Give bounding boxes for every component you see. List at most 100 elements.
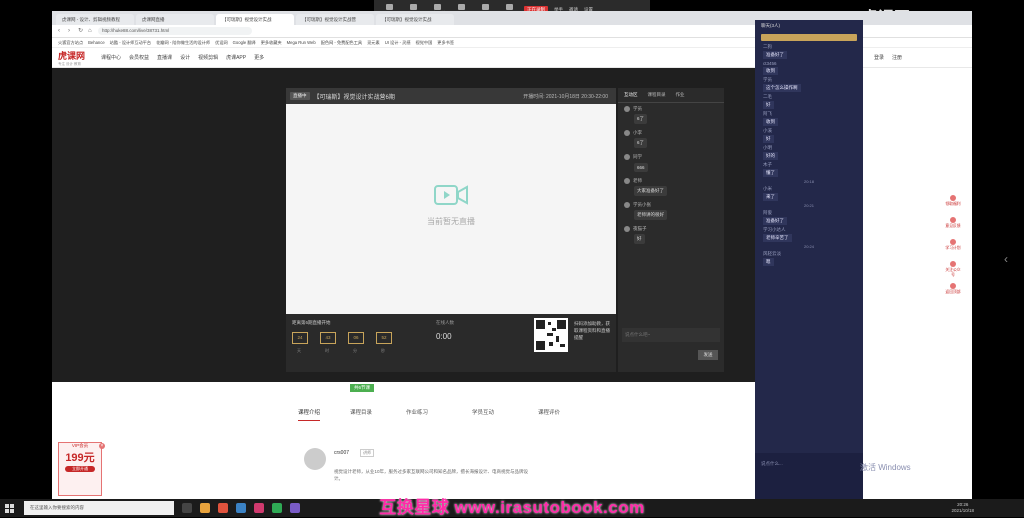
chevron-left-icon[interactable]: ‹ bbox=[1004, 252, 1008, 266]
chat-tab[interactable]: 课程目录 bbox=[648, 92, 666, 98]
gift-icon bbox=[950, 195, 956, 201]
tab-interaction[interactable]: 学员互动 bbox=[472, 408, 494, 416]
countdown-unit: 时 bbox=[325, 348, 329, 353]
chat-message: 小米 来了 bbox=[755, 185, 863, 202]
countdown-label: 距离第6期直播开始 bbox=[292, 320, 331, 325]
nav-item[interactable]: 会员权益 bbox=[129, 54, 149, 61]
site-logo[interactable]: 虎课网 专注 设计 教育 bbox=[58, 49, 85, 67]
chat-timestamp: 20:18 bbox=[803, 179, 814, 184]
course-title: 【可瑞斯】视觉设计实战营6期 bbox=[313, 94, 395, 101]
qr-code bbox=[534, 318, 568, 352]
feedback-icon bbox=[950, 217, 956, 223]
countdown-minutes: 06 bbox=[348, 332, 364, 344]
teacher-avatar bbox=[304, 448, 326, 470]
countdown-hours: 43 bbox=[320, 332, 336, 344]
bookmark-item[interactable]: 更多收藏夹 bbox=[261, 38, 282, 47]
side-tool[interactable]: 领取福利 bbox=[945, 195, 961, 213]
send-button[interactable]: 发送 bbox=[698, 350, 718, 360]
bookmark-item[interactable]: Google 翻译 bbox=[233, 38, 256, 47]
nav-item[interactable]: 更多 bbox=[254, 54, 264, 61]
bookmark-item[interactable]: 视觉中国 bbox=[416, 38, 433, 47]
chat-tab[interactable]: 互动区 bbox=[624, 92, 638, 98]
bookmark-item[interactable]: Mega Run Web bbox=[287, 38, 316, 47]
browser-tab[interactable]: 【可瑞斯】视觉设计实战 bbox=[376, 14, 454, 25]
countdown-days: 24 bbox=[292, 332, 308, 344]
chat-timestamp: 20:21 bbox=[803, 203, 814, 208]
bookmark-item[interactable]: 更多书签 bbox=[437, 38, 454, 47]
avatar bbox=[624, 130, 630, 137]
nav-item[interactable]: 直播课 bbox=[157, 54, 172, 61]
side-tool[interactable]: 学习计划 bbox=[945, 239, 961, 257]
reload-icon[interactable]: ↻ bbox=[78, 28, 84, 34]
qr-text: 扫码添加助教，获取课程资料和直播提醒 bbox=[574, 321, 610, 340]
video-area[interactable]: 当前暂无直播 bbox=[286, 104, 616, 314]
chat-message: 学员小张 老师讲的很好 bbox=[618, 199, 724, 223]
chat-message: ct3456 收到 bbox=[763, 61, 778, 75]
tab-intro[interactable]: 课程介绍 bbox=[298, 408, 321, 421]
chat-input[interactable]: 说点什么... bbox=[761, 461, 857, 471]
top-icon bbox=[950, 283, 956, 289]
browser-tab[interactable]: 【可瑞斯】视觉设计实战营 bbox=[296, 14, 374, 25]
live-player: 直播中 【可瑞斯】视觉设计实战营6期 开播时间: 2021-10月18日 20:… bbox=[286, 88, 616, 372]
countdown-unit: 秒 bbox=[381, 348, 385, 353]
online-value: 0:00 bbox=[436, 332, 452, 341]
back-icon[interactable]: ‹ bbox=[58, 28, 64, 34]
promo-price: 199元 bbox=[65, 452, 95, 464]
bookmark-item[interactable]: Behance bbox=[88, 38, 105, 47]
chat-message: 同学 666 bbox=[618, 151, 724, 174]
countdown-seconds: 52 bbox=[376, 332, 392, 344]
bookmark-item[interactable]: 花瓣网 - 陪你做生活的设计师 bbox=[156, 38, 210, 47]
plan-icon bbox=[950, 239, 956, 245]
side-tool[interactable]: 关注公众号 bbox=[945, 261, 961, 279]
countdown-unit: 天 bbox=[297, 348, 301, 353]
browser-tab[interactable]: 虎课网 - 设计、剪辑视频教程 bbox=[56, 14, 134, 25]
chat-message: 小李 6了 bbox=[618, 127, 724, 151]
avatar bbox=[624, 225, 630, 232]
close-icon[interactable]: × bbox=[99, 443, 105, 449]
countdown-unit: 分 bbox=[353, 348, 357, 353]
chat-panel-title: 聊天(3人) bbox=[761, 23, 780, 28]
chat-timestamp: 20:24 bbox=[803, 244, 814, 249]
url-input[interactable]: http://huke88.com/live/38731.html bbox=[98, 27, 252, 35]
nav-item[interactable]: 设计 bbox=[180, 54, 190, 61]
browser-tab[interactable]: 虎课网直播 bbox=[136, 14, 214, 25]
chat-message: 学员 6了 bbox=[618, 103, 724, 127]
browser-tab-active[interactable]: 【可瑞斯】视觉设计实战 bbox=[216, 14, 294, 25]
nav-item[interactable]: 视频剪辑 bbox=[198, 54, 218, 61]
side-tool[interactable]: 意见反馈 bbox=[945, 217, 961, 235]
nav-item[interactable]: 课程中心 bbox=[101, 54, 121, 61]
course-info-section: 共6节课 课程介绍 课程目录 作业练习 学员互动 课程评价 crs007 讲师 … bbox=[52, 382, 757, 499]
bookmark-item[interactable]: 配色网 - 免费配色工具 bbox=[321, 38, 362, 47]
bookmark-item[interactable]: 优设网 bbox=[215, 38, 228, 47]
chat-message: 阿俊 准备好了 bbox=[755, 209, 863, 226]
chat-input[interactable]: 说点什么吧~ bbox=[622, 328, 720, 342]
chat-tab[interactable]: 作业 bbox=[676, 92, 685, 98]
vip-promo[interactable]: VIP会员 199元 立即开通 bbox=[58, 442, 102, 496]
bookmark-item[interactable]: 觅元素 bbox=[367, 38, 380, 47]
tab-review[interactable]: 课程评价 bbox=[538, 408, 560, 416]
tab-catalog[interactable]: 课程目录 bbox=[350, 408, 372, 416]
avatar bbox=[624, 154, 630, 161]
nav-item[interactable]: 虎课APP bbox=[226, 54, 246, 61]
chat-tabs: 互动区 课程目录 作业 bbox=[618, 88, 724, 103]
side-tool[interactable]: 返回顶部 bbox=[945, 283, 961, 301]
start-time: 开播时间: 2021-10月18日 20:30-22:00 bbox=[523, 93, 608, 100]
bookmark-item[interactable]: 火狐官方站点 bbox=[58, 38, 83, 47]
tab-homework[interactable]: 作业练习 bbox=[406, 408, 428, 416]
forward-icon[interactable]: › bbox=[68, 28, 74, 34]
chat-message: 小明 好的 bbox=[755, 144, 863, 161]
chat-panel: 互动区 课程目录 作业 学员 6了 小李 6了 同学 666 老师 大家准备好了 学员小… bbox=[618, 88, 724, 372]
chat-message: 风轻云淡嗯 bbox=[763, 251, 781, 266]
login-link[interactable]: 登录 bbox=[874, 54, 884, 61]
live-room-area: 直播中 【可瑞斯】视觉设计实战营6期 开播时间: 2021-10月18日 20:… bbox=[52, 68, 757, 382]
chat-message: 学员 这个怎么操作啊 bbox=[755, 76, 863, 93]
bookmark-item[interactable]: UI 设计 - 灵感 bbox=[385, 38, 411, 47]
register-link[interactable]: 注册 bbox=[892, 54, 902, 61]
promo-button[interactable]: 立即开通 bbox=[65, 466, 95, 472]
teacher-desc: 视觉设计老师，从业10年，服务过多家互联网公司和知名品牌，擅长海报设计、电商视觉… bbox=[334, 469, 529, 481]
lesson-count-badge: 共6节课 bbox=[350, 384, 375, 392]
home-icon[interactable]: ⌂ bbox=[88, 28, 94, 34]
player-title-bar: 直播中 【可瑞斯】视觉设计实战营6期 开播时间: 2021-10月18日 20:… bbox=[286, 88, 616, 104]
no-live-text: 当前暂无直播 bbox=[427, 217, 475, 226]
bookmark-item[interactable]: 站酷 - 设计师互动平台 bbox=[110, 38, 151, 47]
